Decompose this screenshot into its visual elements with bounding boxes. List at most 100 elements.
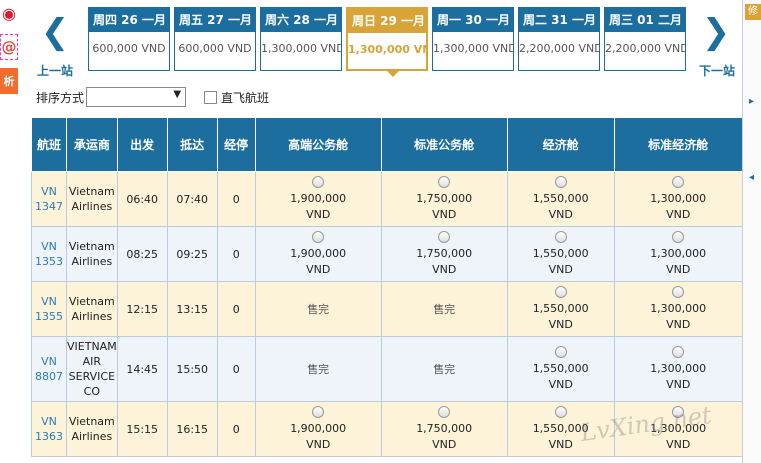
fare-cell: 1,750,000 VND	[380, 401, 508, 457]
flight-number: VN 1363	[31, 401, 67, 457]
sold-out-label: 售完	[433, 363, 456, 376]
next-arrow-icon[interactable]: ❯	[697, 14, 735, 50]
next-station-link[interactable]: 下一站	[699, 62, 735, 79]
flight-number: VN 1347	[31, 171, 67, 227]
fare-radio[interactable]	[672, 175, 685, 188]
right-side-panel: 修 ▸ ◂	[742, 0, 761, 463]
date-price: 2,200,000 VND	[519, 42, 599, 55]
stops-count: 0	[216, 171, 256, 227]
fare-radio[interactable]	[312, 405, 325, 418]
fare-currency: VND	[306, 262, 331, 276]
date-option[interactable]: 周五 27 一月 600,000 VND	[174, 7, 256, 71]
sort-label: 排序方式	[36, 90, 85, 105]
at-icon[interactable]: @	[0, 34, 18, 60]
fare-radio[interactable]	[438, 405, 451, 418]
flight-number: VN 8807	[31, 336, 67, 402]
date-price: 600,000 VND	[92, 42, 166, 55]
fare-cell: 1,300,000 VND	[613, 281, 743, 337]
fare-amount: 1,750,000	[416, 421, 473, 435]
date-option[interactable]: 周日 29 一月 1,300,000 VND	[346, 7, 428, 77]
date-label: 周一 30 一月	[433, 8, 513, 32]
panel-tag[interactable]: 修	[745, 4, 761, 20]
fare-amount: 1,750,000	[416, 191, 473, 205]
nonstop-label[interactable]: 直飞航班	[221, 89, 269, 106]
date-option[interactable]: 周六 28 一月 1,300,000 VND	[260, 7, 342, 71]
date-label: 周四 26 一月	[89, 8, 169, 32]
carrier-name: VIETNAM AIR SERVICE CO	[66, 336, 118, 402]
date-label: 周六 28 一月	[261, 8, 341, 32]
column-header: 出发	[116, 117, 168, 172]
date-label: 周五 27 一月	[175, 8, 255, 32]
fare-currency: VND	[432, 262, 457, 276]
table-row: VN 1347 Vietnam Airlines 06:40 07:40 0 1,900,00…	[31, 171, 743, 227]
fare-radio[interactable]	[554, 345, 567, 358]
table-header-row: 航班 承运商 出发 抵达 经停 高端公务舱 标准公务舱 经济舱 标准经济舱	[31, 117, 743, 172]
departure-time: 14:45	[116, 336, 168, 402]
fare-radio[interactable]	[438, 175, 451, 188]
fare-cell: 1,300,000 VND	[613, 336, 743, 402]
column-header: 经济舱	[506, 117, 615, 172]
fare-cell: 1,300,000 VND	[613, 226, 743, 282]
sort-bar: 排序方式 ▼ 直飞航班	[36, 87, 269, 107]
fare-radio[interactable]	[672, 230, 685, 243]
date-option[interactable]: 周三 01 二月 2,200,000 VND	[604, 7, 686, 71]
nonstop-checkbox[interactable]	[204, 90, 218, 104]
stops-count: 0	[216, 281, 256, 337]
panel-arrow-icon: ◂	[749, 172, 755, 183]
sold-out-label: 售完	[433, 303, 456, 316]
date-label: 周三 01 二月	[605, 8, 685, 32]
date-price: 600,000 VND	[178, 42, 252, 55]
date-option[interactable]: 周二 31 一月 2,200,000 VND	[518, 7, 600, 71]
arrival-time: 07:40	[166, 171, 218, 227]
fare-cell: 1,750,000 VND	[380, 226, 508, 282]
fare-amount: 1,550,000	[532, 246, 589, 260]
fare-currency: VND	[432, 207, 457, 221]
departure-time: 08:25	[116, 226, 168, 282]
fare-amount: 1,300,000	[650, 191, 707, 205]
flight-number: VN 1355	[31, 281, 67, 337]
fare-amount: 1,550,000	[532, 361, 589, 375]
social-share-strip: ◉ @ 析	[0, 0, 18, 102]
fare-cell: 1,300,000 VND	[613, 171, 743, 227]
fare-radio[interactable]	[672, 285, 685, 298]
fare-radio[interactable]	[312, 230, 325, 243]
fare-radio[interactable]	[672, 345, 685, 358]
date-option[interactable]: 周一 30 一月 1,300,000 VND	[432, 7, 514, 71]
prev-station-link[interactable]: 上一站	[37, 62, 73, 79]
weibo-icon[interactable]: ◉	[0, 0, 18, 26]
chevron-down-icon: ▼	[173, 89, 182, 100]
fare-radio[interactable]	[554, 285, 567, 298]
arrival-time: 16:15	[166, 401, 218, 457]
fare-cell: 1,550,000 VND	[506, 226, 615, 282]
fare-cell: 1,550,000 VND	[506, 281, 615, 337]
fare-cell: 售完	[380, 336, 508, 402]
departure-time: 15:15	[116, 401, 168, 457]
column-header: 标准经济舱	[613, 117, 743, 172]
sort-select[interactable]: ▼	[86, 87, 187, 107]
column-header: 高端公务舱	[254, 117, 382, 172]
fare-radio[interactable]	[312, 175, 325, 188]
fare-amount: 1,750,000	[416, 246, 473, 260]
fare-radio[interactable]	[438, 230, 451, 243]
column-header: 标准公务舱	[380, 117, 508, 172]
fare-currency: VND	[306, 207, 331, 221]
share-button[interactable]: 析	[0, 68, 18, 94]
fare-currency: VND	[548, 207, 573, 221]
fare-amount: 1,550,000	[532, 191, 589, 205]
table-row: VN 1353 Vietnam Airlines 08:25 09:25 0 1,900,00…	[31, 226, 743, 282]
fare-radio[interactable]	[554, 230, 567, 243]
fare-amount: 1,900,000	[290, 421, 347, 435]
fare-radio[interactable]	[554, 175, 567, 188]
fare-currency: VND	[548, 377, 573, 391]
fare-amount: 1,300,000	[650, 246, 707, 260]
column-header: 经停	[216, 117, 256, 172]
date-option[interactable]: 周四 26 一月 600,000 VND	[88, 7, 170, 71]
fare-cell: 1,550,000 VND	[506, 336, 615, 402]
fare-currency: VND	[666, 207, 691, 221]
carrier-name: Vietnam Airlines	[66, 226, 118, 282]
fare-currency: VND	[306, 437, 331, 451]
fare-radio[interactable]	[554, 405, 567, 418]
prev-arrow-icon[interactable]: ❮	[36, 14, 74, 50]
fare-cell: 1,550,000 VND	[506, 171, 615, 227]
date-price: 2,200,000 VND	[605, 42, 685, 55]
